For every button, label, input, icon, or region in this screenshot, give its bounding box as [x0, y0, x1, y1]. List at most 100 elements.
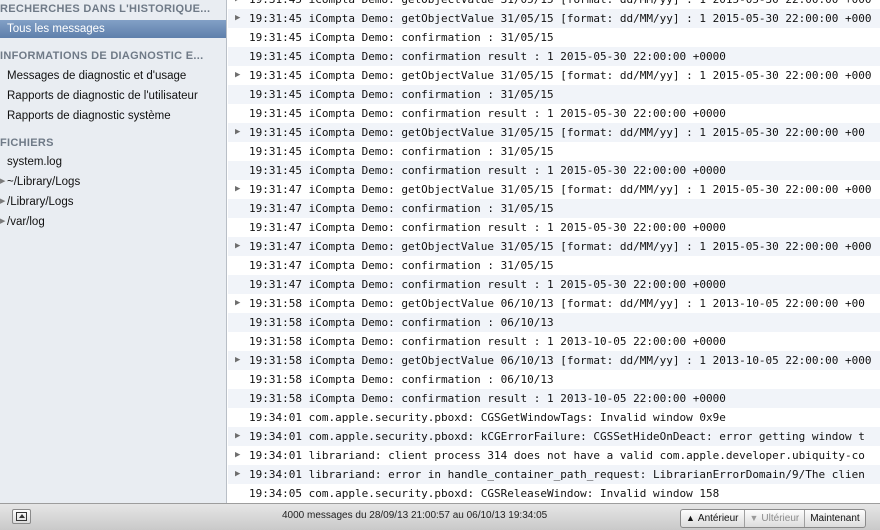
log-row[interactable]: ▶ 19:34:01 com.apple.security.pboxd: kCGE… — [228, 427, 880, 446]
log-row[interactable]: 19:31:45 iCompta Demo: confirmation resu… — [228, 47, 880, 66]
log-row[interactable]: 19:31:58 iCompta Demo: confirmation : 06… — [228, 370, 880, 389]
log-row[interactable]: 19:34:01 com.apple.security.pboxd: CGSGe… — [228, 408, 880, 427]
sidebar-item-label: system.log — [7, 156, 62, 168]
log-row[interactable]: ▶ 19:31:45 iCompta Demo: getObjectValue 3… — [228, 123, 880, 142]
down-arrow-icon: ▼ — [749, 513, 759, 523]
log-row-text: 19:31:45 iCompta Demo: confirmation resu… — [249, 50, 726, 63]
disclosure-triangle-icon[interactable]: ▶ — [235, 123, 245, 142]
log-row[interactable]: ▶ 19:31:45 iCompta Demo: getObjectValue 3… — [228, 9, 880, 28]
next-button[interactable]: ▼ Ultérieur — [745, 510, 806, 527]
log-row-text: 19:31:58 iCompta Demo: confirmation : 06… — [249, 316, 554, 329]
log-row[interactable]: 19:31:47 iCompta Demo: confirmation : 31… — [228, 199, 880, 218]
sidebar-item-label: Messages de diagnostic et d'usage — [7, 70, 187, 82]
log-row-text: 19:31:58 iCompta Demo: confirmation resu… — [249, 335, 726, 348]
log-row[interactable]: ▶ 19:31:47 iCompta Demo: getObjectValue 3… — [228, 237, 880, 256]
log-row[interactable]: 19:31:58 iCompta Demo: confirmation resu… — [228, 389, 880, 408]
log-row-text: 19:31:58 iCompta Demo: getObjectValue 06… — [249, 297, 865, 310]
log-row[interactable]: ▶ 19:31:45 iCompta Demo: getObjectValue 3… — [228, 66, 880, 85]
log-row-text: 19:31:47 iCompta Demo: confirmation resu… — [249, 221, 726, 234]
log-row-text: 19:31:47 iCompta Demo: confirmation : 31… — [249, 202, 554, 215]
log-row-text: 19:31:45 iCompta Demo: confirmation : 31… — [249, 31, 554, 44]
sidebar-item[interactable]: Tous les messages — [0, 20, 226, 38]
disclosure-triangle-icon[interactable]: ▶ — [235, 446, 245, 465]
log-row-text: 19:34:05 com.apple.security.pboxd: CGSRe… — [249, 487, 720, 500]
log-row[interactable]: 19:31:45 iCompta Demo: confirmation resu… — [228, 161, 880, 180]
log-row[interactable]: 19:31:45 iCompta Demo: confirmation : 31… — [228, 142, 880, 161]
sidebar-section-header: FICHIERS — [0, 137, 54, 149]
log-row-text: 19:31:45 iCompta Demo: confirmation : 31… — [249, 88, 554, 101]
log-row[interactable]: ▶ 19:34:01 librariand: error in handle_co… — [228, 465, 880, 484]
log-row[interactable]: 19:34:05 com.apple.security.pboxd: CGSRe… — [228, 484, 880, 503]
eject-icon — [16, 512, 27, 521]
disclosure-triangle-icon[interactable]: ▶ — [0, 213, 5, 231]
sidebar-item[interactable]: Rapports de diagnostic de l'utilisateur — [0, 87, 226, 105]
log-row[interactable]: 19:31:45 iCompta Demo: confirmation : 31… — [228, 85, 880, 104]
log-row-text: 19:34:01 com.apple.security.pboxd: CGSGe… — [249, 411, 726, 424]
sidebar-item-label: Rapports de diagnostic de l'utilisateur — [7, 90, 198, 102]
log-row[interactable]: ▶ 19:31:45 iCompta Demo: getObjectValue 3… — [228, 0, 880, 9]
sidebar-toggle-button[interactable] — [12, 509, 31, 524]
log-row-text: 19:31:58 iCompta Demo: confirmation resu… — [249, 392, 726, 405]
previous-button[interactable]: ▲ Antérieur — [681, 510, 745, 527]
log-row-text: 19:31:47 iCompta Demo: getObjectValue 31… — [249, 183, 872, 196]
sidebar-item-label: ~/Library/Logs — [7, 176, 81, 188]
disclosure-triangle-icon[interactable]: ▶ — [235, 465, 245, 484]
disclosure-triangle-icon[interactable]: ▶ — [235, 180, 245, 199]
message-count-text: 4000 messages du 28/09/13 21:00:57 au 06… — [282, 510, 548, 521]
log-row[interactable]: 19:31:45 iCompta Demo: confirmation resu… — [228, 104, 880, 123]
button-label: Antérieur — [697, 513, 739, 524]
sidebar-section-header: INFORMATIONS DE DIAGNOSTIC E... — [0, 50, 204, 62]
log-row-text: 19:34:01 librariand: error in handle_con… — [249, 468, 865, 481]
log-row-text: 19:34:01 librariand: client process 314 … — [249, 449, 865, 462]
navigation-segmented-control: ▲ Antérieur ▼ Ultérieur Maintenant — [680, 509, 866, 528]
log-view[interactable]: ▶ 19:31:45 iCompta Demo: getObjectValue 3… — [228, 0, 880, 503]
disclosure-triangle-icon[interactable]: ▶ — [235, 294, 245, 313]
sidebar-item[interactable]: Messages de diagnostic et d'usage — [0, 67, 226, 85]
log-row[interactable]: 19:31:58 iCompta Demo: confirmation : 06… — [228, 313, 880, 332]
log-row-text: 19:31:45 iCompta Demo: getObjectValue 31… — [249, 0, 872, 9]
sidebar-item-label: /var/log — [7, 216, 45, 228]
button-label: Ultérieur — [761, 513, 800, 524]
disclosure-triangle-icon[interactable]: ▶ — [235, 9, 245, 28]
log-row-text: 19:31:45 iCompta Demo: confirmation resu… — [249, 164, 726, 177]
disclosure-triangle-icon[interactable]: ▶ — [0, 193, 5, 211]
log-row-text: 19:31:58 iCompta Demo: getObjectValue 06… — [249, 354, 872, 367]
now-button[interactable]: Maintenant — [805, 510, 864, 527]
log-row[interactable]: ▶ 19:31:58 iCompta Demo: getObjectValue 0… — [228, 294, 880, 313]
log-row[interactable]: ▶ 19:31:58 iCompta Demo: getObjectValue 0… — [228, 351, 880, 370]
status-bar: 4000 messages du 28/09/13 21:00:57 au 06… — [0, 503, 880, 530]
log-row[interactable]: 19:31:47 iCompta Demo: confirmation : 31… — [228, 256, 880, 275]
log-row[interactable]: 19:31:47 iCompta Demo: confirmation resu… — [228, 218, 880, 237]
log-row[interactable]: 19:31:47 iCompta Demo: confirmation resu… — [228, 275, 880, 294]
log-row-text: 19:31:58 iCompta Demo: confirmation : 06… — [249, 373, 554, 386]
sidebar-item[interactable]: ▶ ~/Library/Logs — [0, 173, 226, 191]
disclosure-triangle-icon[interactable]: ▶ — [235, 0, 245, 9]
disclosure-triangle-icon[interactable]: ▶ — [235, 351, 245, 370]
sidebar-item[interactable]: ▶/Library/Logs — [0, 193, 226, 211]
log-row-text: 19:31:47 iCompta Demo: getObjectValue 31… — [249, 240, 872, 253]
up-arrow-icon: ▲ — [686, 513, 695, 523]
log-row[interactable]: 19:31:58 iCompta Demo: confirmation resu… — [228, 332, 880, 351]
button-label: Maintenant — [810, 513, 860, 524]
disclosure-triangle-icon[interactable]: ▶ — [235, 66, 245, 85]
sidebar-item-label: Tous les messages — [7, 23, 105, 35]
sidebar-section-header: RECHERCHES DANS L'HISTORIQUE... — [0, 3, 211, 15]
log-row-text: 19:31:45 iCompta Demo: confirmation : 31… — [249, 145, 554, 158]
log-row-text: 19:31:45 iCompta Demo: getObjectValue 31… — [249, 126, 865, 139]
disclosure-triangle-icon[interactable]: ▶ — [235, 237, 245, 256]
log-row-text: 19:31:47 iCompta Demo: confirmation : 31… — [249, 259, 554, 272]
sidebar-item-label: Rapports de diagnostic système — [7, 110, 171, 122]
log-row[interactable]: 19:31:45 iCompta Demo: confirmation : 31… — [228, 28, 880, 47]
log-row-text: 19:34:01 com.apple.security.pboxd: kCGEr… — [249, 430, 865, 443]
disclosure-triangle-icon[interactable]: ▶ — [235, 427, 245, 446]
log-row-text: 19:31:45 iCompta Demo: getObjectValue 31… — [249, 12, 872, 25]
disclosure-triangle-icon[interactable]: ▶ — [0, 173, 5, 191]
sidebar: RECHERCHES DANS L'HISTORIQUE... Tous les … — [0, 0, 227, 503]
log-row[interactable]: ▶ 19:31:47 iCompta Demo: getObjectValue 3… — [228, 180, 880, 199]
sidebar-item[interactable]: ▶/var/log — [0, 213, 226, 231]
sidebar-item[interactable]: system.log — [0, 153, 226, 171]
sidebar-item[interactable]: Rapports de diagnostic système — [0, 107, 226, 125]
log-row[interactable]: ▶ 19:34:01 librariand: client process 314… — [228, 446, 880, 465]
log-row-text: 19:31:47 iCompta Demo: confirmation resu… — [249, 278, 726, 291]
sidebar-item-label: /Library/Logs — [7, 196, 74, 208]
